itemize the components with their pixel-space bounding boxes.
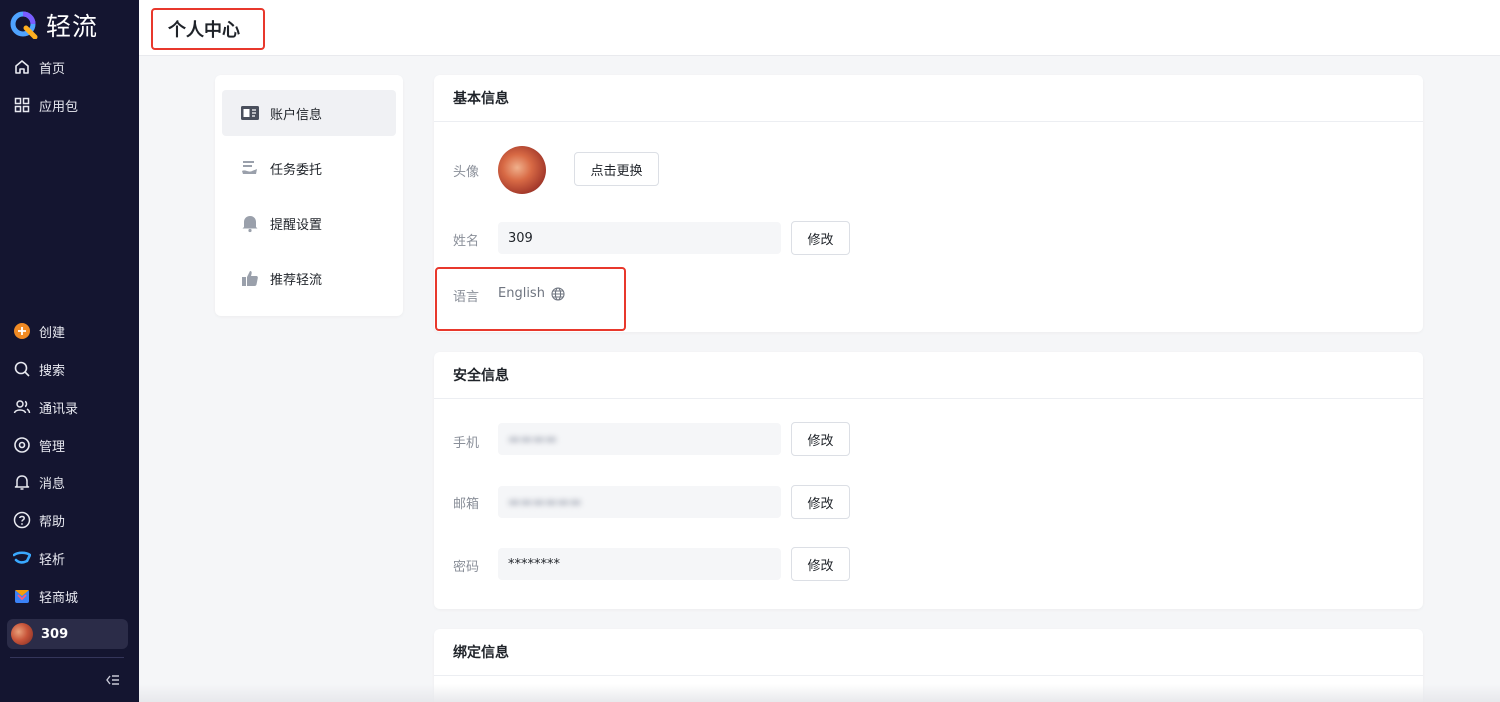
settings-icon xyxy=(14,437,30,453)
language-highlight-box xyxy=(435,267,626,331)
account-card-icon xyxy=(241,106,259,120)
qingxi-logo-icon xyxy=(13,551,31,564)
avatar xyxy=(498,146,546,194)
account-menu: 账户信息 任务委托 提醒设置 推荐轻流 xyxy=(215,75,403,316)
app-name: 轻流 xyxy=(46,12,99,41)
avatar-label: 头像 xyxy=(453,165,480,180)
collapse-sidebar-icon[interactable] xyxy=(104,671,122,689)
avatar xyxy=(11,623,33,645)
sidebar-item-store[interactable]: 轻商城 xyxy=(13,584,78,608)
delegate-icon xyxy=(242,161,257,174)
sidebar-item-search[interactable]: 搜索 xyxy=(13,357,65,381)
plus-circle-icon xyxy=(14,323,30,339)
brand[interactable]: 轻流 xyxy=(10,8,98,42)
name-label: 姓名 xyxy=(453,234,480,249)
menu-item-recommend[interactable]: 推荐轻流 xyxy=(222,255,396,301)
sidebar-item-messages[interactable]: 消息 xyxy=(13,470,65,494)
home-icon xyxy=(15,60,29,74)
email-label: 邮箱 xyxy=(453,497,480,512)
edit-phone-button[interactable]: 修改 xyxy=(791,422,850,456)
grid-icon xyxy=(14,97,30,113)
menu-item-label: 提醒设置 xyxy=(270,217,323,233)
sidebar-item-app-packages[interactable]: 应用包 xyxy=(13,93,78,117)
qingliu-logo-icon xyxy=(10,11,38,39)
password-label: 密码 xyxy=(453,560,480,575)
name-field[interactable]: 309 xyxy=(498,222,781,254)
sidebar-item-label: 搜索 xyxy=(39,363,66,379)
sidebar-item-label: 轻商城 xyxy=(39,590,79,606)
email-value-blurred: ▬▬▬▬▬▬ xyxy=(508,494,582,510)
menu-item-label: 推荐轻流 xyxy=(270,272,323,288)
bell-icon xyxy=(14,475,30,490)
sidebar-item-home[interactable]: 首页 xyxy=(13,55,65,79)
top-header xyxy=(139,0,1500,56)
phone-label: 手机 xyxy=(453,436,480,451)
sidebar-item-contacts[interactable]: 通讯录 xyxy=(13,395,78,419)
sidebar-item-qingxi[interactable]: 轻析 xyxy=(13,546,65,570)
user-name: 309 xyxy=(41,626,69,642)
bottom-fade xyxy=(139,684,1500,702)
change-avatar-button[interactable]: 点击更换 xyxy=(574,152,659,186)
edit-name-button[interactable]: 修改 xyxy=(791,221,850,255)
card-title: 绑定信息 xyxy=(434,629,1423,676)
card-title: 基本信息 xyxy=(434,75,1423,122)
sidebar-item-label: 首页 xyxy=(39,61,66,77)
bell-icon xyxy=(242,216,258,233)
divider xyxy=(10,657,124,658)
password-field[interactable]: ******** xyxy=(498,548,781,580)
contacts-icon xyxy=(13,400,31,414)
menu-item-task-delegation[interactable]: 任务委托 xyxy=(222,145,396,191)
sidebar-item-create[interactable]: 创建 xyxy=(13,319,65,343)
menu-item-reminder-settings[interactable]: 提醒设置 xyxy=(222,200,396,246)
sidebar-item-label: 管理 xyxy=(39,439,66,455)
phone-value-blurred: ▬▬▬▬ xyxy=(508,431,558,447)
menu-item-label: 任务委托 xyxy=(270,162,323,178)
thumbs-up-icon xyxy=(242,271,258,286)
sidebar-item-manage[interactable]: 管理 xyxy=(13,433,65,457)
phone-field[interactable]: ▬▬▬▬ xyxy=(498,423,781,455)
edit-email-button[interactable]: 修改 xyxy=(791,485,850,519)
store-icon xyxy=(15,590,29,603)
sidebar-item-label: 应用包 xyxy=(39,99,79,115)
sidebar-item-help[interactable]: 帮助 xyxy=(13,508,65,532)
help-icon xyxy=(13,511,31,529)
page-title: 个人中心 xyxy=(151,8,265,50)
sidebar-item-label: 消息 xyxy=(39,476,66,492)
menu-item-label: 账户信息 xyxy=(270,107,323,123)
menu-item-account-info[interactable]: 账户信息 xyxy=(222,90,396,136)
sidebar-item-label: 通讯录 xyxy=(39,401,79,417)
sidebar-item-label: 创建 xyxy=(39,325,66,341)
edit-password-button[interactable]: 修改 xyxy=(791,547,850,581)
current-user[interactable]: 309 xyxy=(7,619,128,649)
security-info-card: 安全信息 手机 ▬▬▬▬ 修改 邮箱 ▬▬▬▬▬▬ 修改 密码 ********… xyxy=(434,352,1423,609)
sidebar-item-label: 轻析 xyxy=(39,552,66,568)
sidebar-item-label: 帮助 xyxy=(39,514,66,530)
email-field[interactable]: ▬▬▬▬▬▬ xyxy=(498,486,781,518)
sidebar: 轻流 首页 应用包 创建 搜索 通讯录 管理 消息 帮助 轻析 轻商城 309 xyxy=(0,0,139,702)
search-icon xyxy=(14,361,30,377)
card-title: 安全信息 xyxy=(434,352,1423,399)
